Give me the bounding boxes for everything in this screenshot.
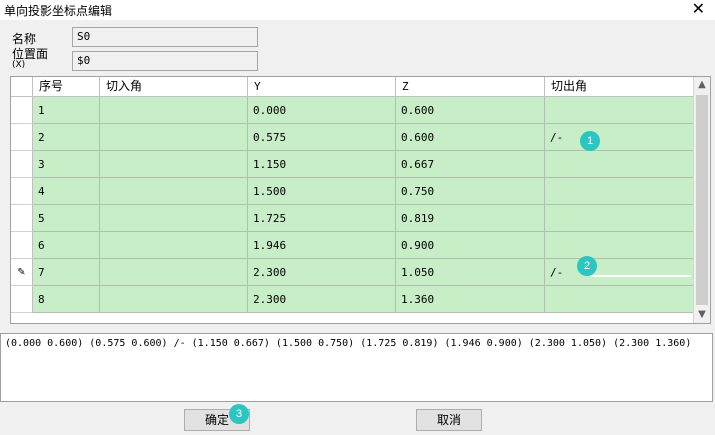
cell-y[interactable]: 1.150	[248, 151, 396, 178]
cell-y[interactable]: 2.300	[248, 259, 396, 286]
cell-z[interactable]: 0.900	[396, 232, 545, 259]
cell-in-angle[interactable]	[100, 286, 248, 313]
cell-in-angle[interactable]	[100, 151, 248, 178]
vertical-scrollbar[interactable]: ▲ ▼	[693, 77, 710, 323]
scroll-down-icon[interactable]: ▼	[694, 307, 710, 323]
table-row[interactable]: 3 1.150 0.667	[11, 151, 694, 178]
cell-z[interactable]: 0.667	[396, 151, 545, 178]
cell-index[interactable]: 2	[33, 124, 100, 151]
column-header-out-angle[interactable]: 切出角	[545, 77, 694, 96]
name-label: 名称	[12, 32, 37, 46]
scroll-thumb[interactable]	[696, 95, 708, 305]
name-field[interactable]: S0	[72, 27, 258, 47]
column-header-index[interactable]: 序号	[33, 77, 100, 96]
column-header-y[interactable]: Y	[248, 77, 396, 96]
cell-z[interactable]: 0.750	[396, 178, 545, 205]
cell-z[interactable]: 1.360	[396, 286, 545, 313]
cell-in-angle[interactable]	[100, 178, 248, 205]
cell-z[interactable]: 0.819	[396, 205, 545, 232]
cell-out-angle[interactable]	[545, 178, 694, 205]
cell-in-angle[interactable]	[100, 232, 248, 259]
callout-badge-3: 3	[229, 404, 249, 424]
row-selector[interactable]	[11, 97, 33, 124]
cell-index[interactable]: 1	[33, 97, 100, 124]
cell-z[interactable]: 1.050	[396, 259, 545, 286]
cell-y[interactable]: 0.000	[248, 97, 396, 124]
cell-index[interactable]: 8	[33, 286, 100, 313]
cancel-button[interactable]: 取消	[416, 409, 482, 431]
cell-z[interactable]: 0.600	[396, 124, 545, 151]
points-grid[interactable]: 序号 切入角 Y Z 切出角 1 0.000 0.600 2 0.575 0.600/- 3…	[10, 76, 711, 324]
cell-y[interactable]: 2.300	[248, 286, 396, 313]
column-header-z[interactable]: Z	[396, 77, 545, 96]
callout-badge-1: 1	[580, 131, 600, 151]
row-selector[interactable]	[11, 151, 33, 178]
cell-in-angle[interactable]	[100, 97, 248, 124]
row-selector[interactable]	[11, 205, 33, 232]
table-row[interactable]: 6 1.946 0.900	[11, 232, 694, 259]
position-field[interactable]: $0	[72, 51, 258, 71]
scroll-up-icon[interactable]: ▲	[694, 77, 710, 93]
row-selector[interactable]	[11, 286, 33, 313]
output-text-area[interactable]: (0.000 0.600) (0.575 0.600) /- (1.150 0.…	[0, 333, 713, 402]
cell-index[interactable]: 6	[33, 232, 100, 259]
row-selector[interactable]	[11, 124, 33, 151]
column-header-in-angle[interactable]: 切入角	[100, 77, 248, 96]
row-selector[interactable]: ✎	[11, 259, 33, 286]
cell-index[interactable]: 3	[33, 151, 100, 178]
row-selector[interactable]	[11, 178, 33, 205]
cell-out-angle[interactable]	[545, 151, 694, 178]
cell-y[interactable]: 1.946	[248, 232, 396, 259]
cell-out-angle[interactable]: /-	[545, 259, 694, 286]
table-row[interactable]: 5 1.725 0.819	[11, 205, 694, 232]
cell-in-angle[interactable]	[100, 124, 248, 151]
position-sublabel: (X)	[12, 60, 26, 70]
cell-y[interactable]: 1.500	[248, 178, 396, 205]
window-title: 单向投影坐标点编辑	[4, 4, 113, 18]
cell-out-angle[interactable]	[545, 232, 694, 259]
cell-y[interactable]: 0.575	[248, 124, 396, 151]
cell-out-angle[interactable]: /-	[545, 124, 694, 151]
title-bar: 单向投影坐标点编辑 ✕	[0, 0, 715, 20]
row-header-corner	[11, 77, 33, 96]
cell-z[interactable]: 0.600	[396, 97, 545, 124]
cell-out-angle[interactable]	[545, 205, 694, 232]
grid-header: 序号 切入角 Y Z 切出角	[11, 77, 694, 97]
cell-out-angle[interactable]	[545, 97, 694, 124]
edit-caret-underline	[591, 275, 691, 277]
cell-index[interactable]: 5	[33, 205, 100, 232]
table-row[interactable]: 8 2.300 1.360	[11, 286, 694, 313]
close-icon[interactable]: ✕	[692, 0, 705, 18]
cell-index[interactable]: 7	[33, 259, 100, 286]
cell-y[interactable]: 1.725	[248, 205, 396, 232]
row-selector[interactable]	[11, 232, 33, 259]
cell-out-angle[interactable]	[545, 286, 694, 313]
position-label: 位置面	[12, 47, 49, 61]
table-row[interactable]: 1 0.000 0.600	[11, 97, 694, 124]
cell-in-angle[interactable]	[100, 259, 248, 286]
cell-index[interactable]: 4	[33, 178, 100, 205]
edit-pencil-icon: ✎	[17, 267, 26, 278]
callout-badge-2: 2	[577, 256, 597, 276]
cell-in-angle[interactable]	[100, 205, 248, 232]
table-row[interactable]: 4 1.500 0.750	[11, 178, 694, 205]
